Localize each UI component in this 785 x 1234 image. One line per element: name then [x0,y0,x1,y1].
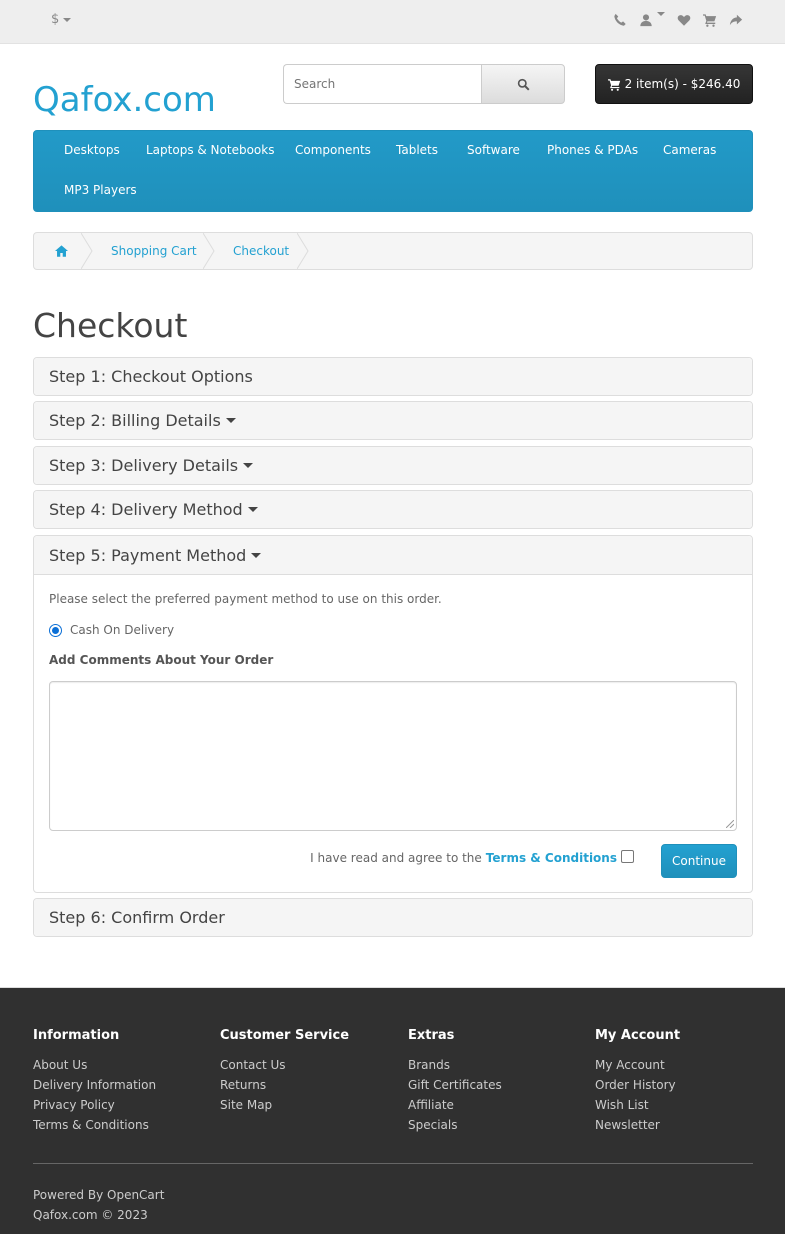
cart-button[interactable]: 2 item(s) - $246.40 [595,64,753,104]
cod-label: Cash On Delivery [70,623,175,637]
payment-option-cod[interactable]: Cash On Delivery [49,623,174,637]
caret-down-icon [251,552,262,558]
main-menu: Desktops Laptops & Notebooks Components … [33,130,753,212]
step-2-panel: Step 2: Billing Details [33,401,753,440]
powered-by-text: Powered By [33,1188,104,1202]
search-button[interactable] [481,64,565,104]
step-4-heading[interactable]: Step 4: Delivery Method [34,491,752,528]
step-6-panel: Step 6: Confirm Order [33,898,753,937]
footer-link[interactable]: Site Map [220,1095,349,1115]
menu-item-tablets[interactable]: Tablets [396,143,438,157]
footer-link[interactable]: Newsletter [595,1115,680,1135]
copyright-text: Qafox.com © 2023 [33,1208,148,1222]
page-title: Checkout [33,306,188,345]
step-5-title: Step 5: Payment Method [49,545,247,565]
step-5-panel: Step 5: Payment Method Please select the… [33,535,753,893]
step-1-title: Step 1: Checkout Options [49,367,253,386]
step-1-panel: Step 1: Checkout Options [33,357,753,396]
phone-icon[interactable] [613,12,627,28]
step-6-title: Step 6: Confirm Order [49,908,225,927]
step-3-title: Step 3: Delivery Details [49,456,239,475]
agree-text: I have read and agree to the [310,851,482,865]
menu-item-mp3[interactable]: MP3 Players [64,183,137,197]
currency-dropdown[interactable]: $ [51,12,72,27]
footer-link[interactable]: Privacy Policy [33,1095,156,1115]
shopping-cart-icon [607,78,620,91]
home-icon[interactable] [55,233,68,269]
cod-radio[interactable] [49,623,62,637]
step-5-heading[interactable]: Step 5: Payment Method [34,536,752,575]
footer: Information About Us Delivery Informatio… [0,987,785,1234]
menu-item-laptops[interactable]: Laptops & Notebooks [146,143,274,157]
comments-label: Add Comments About Your Order [49,653,274,667]
chevron-down-icon [63,17,72,22]
step-4-title: Step 4: Delivery Method [49,500,243,519]
heart-icon[interactable] [677,12,691,28]
shopping-cart-icon[interactable] [703,12,717,28]
menu-item-components[interactable]: Components [295,143,371,157]
menu-item-phones[interactable]: Phones & PDAs [547,143,638,157]
step-2-title: Step 2: Billing Details [49,411,221,430]
caret-down-icon [243,463,254,468]
menu-item-cameras[interactable]: Cameras [663,143,716,157]
footer-link[interactable]: Brands [408,1055,502,1075]
site-logo[interactable]: Qafox.com [33,80,216,120]
footer-link[interactable]: Affiliate [408,1095,502,1115]
footer-column-customer-service: Customer Service Contact Us Returns Site… [220,1028,349,1115]
search-bar [283,64,565,104]
step-2-heading[interactable]: Step 2: Billing Details [34,402,752,439]
step-4-panel: Step 4: Delivery Method [33,490,753,529]
resize-handle-icon[interactable] [726,820,734,828]
breadcrumb-separator [297,233,309,269]
breadcrumb-separator [203,233,215,269]
footer-column-information: Information About Us Delivery Informatio… [33,1028,156,1135]
caret-down-icon [225,418,236,423]
search-input[interactable] [283,64,481,104]
footer-link[interactable]: About Us [33,1055,156,1075]
payment-intro-text: Please select the preferred payment meth… [49,592,442,606]
caret-down-icon [247,507,258,512]
footer-link[interactable]: Returns [220,1075,349,1095]
step-6-heading[interactable]: Step 6: Confirm Order [34,899,752,936]
share-icon[interactable] [729,12,743,28]
chevron-down-icon [657,12,665,28]
breadcrumb-shopping-cart[interactable]: Shopping Cart [111,233,197,269]
search-icon [517,78,529,90]
footer-column-extras: Extras Brands Gift Certificates Affiliat… [408,1028,502,1135]
step-3-heading[interactable]: Step 3: Delivery Details [34,447,752,484]
footer-link[interactable]: Specials [408,1115,502,1135]
footer-column-my-account: My Account My Account Order History Wish… [595,1028,680,1135]
terms-agree-row: I have read and agree to the Terms & Con… [310,849,634,865]
footer-link[interactable]: Terms & Conditions [33,1115,156,1135]
step-3-panel: Step 3: Delivery Details [33,446,753,485]
terms-link[interactable]: Terms & Conditions [486,851,617,865]
cart-label: 2 item(s) - $246.40 [624,77,741,91]
footer-link[interactable]: Gift Certificates [408,1075,502,1095]
footer-heading: Information [33,1028,120,1043]
footer-divider [33,1163,753,1164]
footer-heading: Customer Service [220,1028,350,1043]
continue-button[interactable]: Continue [661,844,737,878]
footer-link[interactable]: Delivery Information [33,1075,156,1095]
footer-link[interactable]: My Account [595,1055,680,1075]
footer-link[interactable]: Contact Us [220,1055,349,1075]
opencart-link[interactable]: OpenCart [107,1188,164,1202]
agree-checkbox[interactable] [621,849,634,863]
footer-heading: Extras [408,1028,455,1043]
breadcrumb: Shopping Cart Checkout [33,232,753,270]
comments-textarea[interactable] [49,681,737,831]
breadcrumb-separator [81,233,93,269]
footer-credits: Powered By OpenCart Qafox.com © 2023 [33,1185,164,1225]
step-1-heading[interactable]: Step 1: Checkout Options [34,358,752,395]
menu-item-desktops[interactable]: Desktops [64,143,120,157]
user-icon[interactable] [639,12,665,28]
footer-heading: My Account [595,1028,681,1043]
currency-symbol: $ [51,12,60,27]
footer-link[interactable]: Wish List [595,1095,680,1115]
menu-item-software[interactable]: Software [467,143,520,157]
breadcrumb-checkout[interactable]: Checkout [233,233,289,269]
top-bar: $ [0,0,785,44]
footer-link[interactable]: Order History [595,1075,680,1095]
